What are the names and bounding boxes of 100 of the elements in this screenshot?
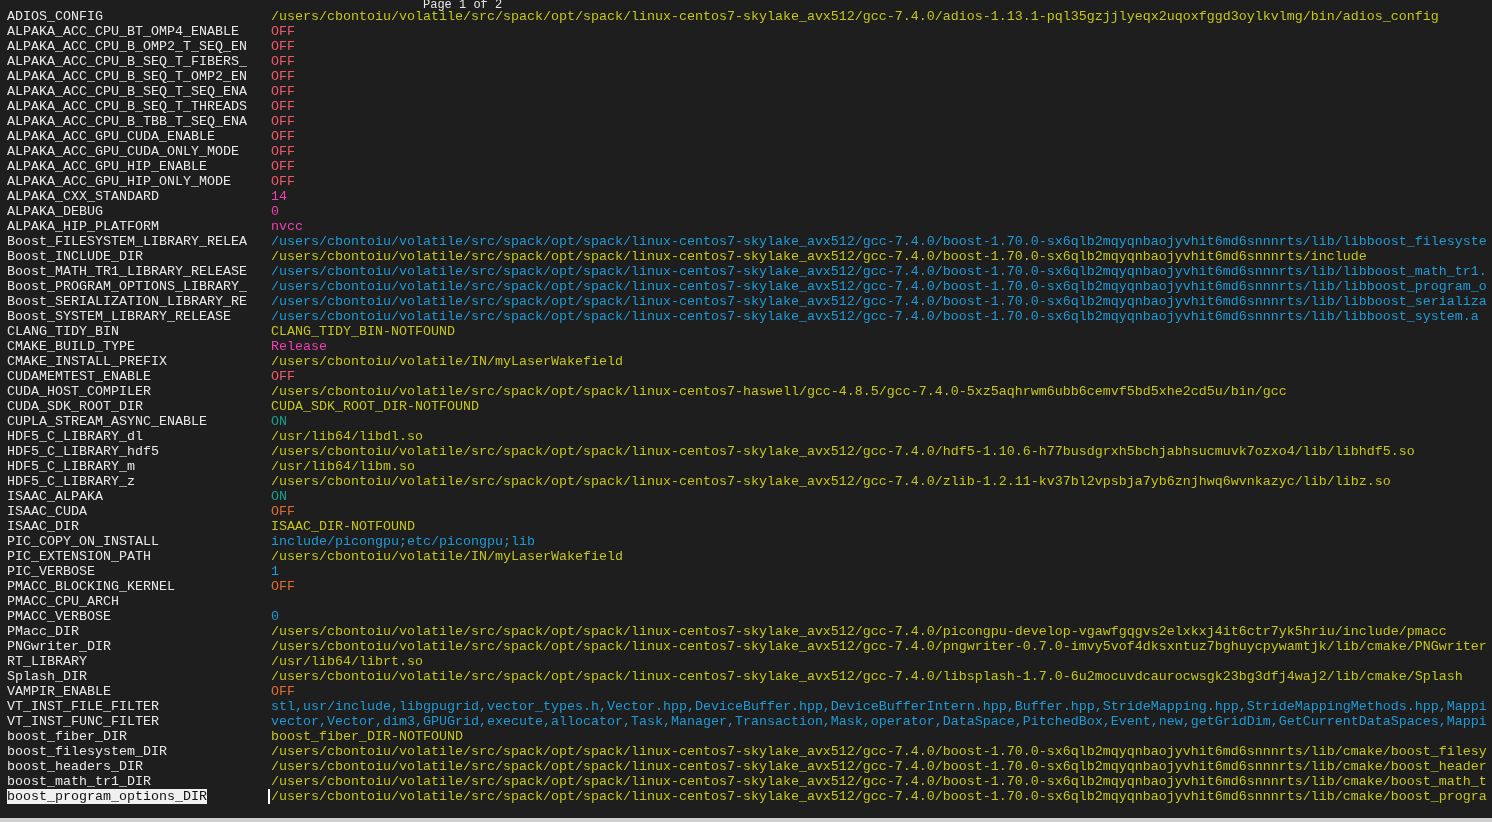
variable-name[interactable]: PMacc_DIR (7, 624, 79, 639)
variable-value: vector,Vector,dim3,GPUGrid,execute,allocator,Task,Manager,Transaction,Mask,operator,DataSpace,PitchedBox,Event,new,getGridDim,GetCurrentDataSpaces,Mappi (271, 714, 1487, 729)
variable-value: 0 (271, 204, 279, 219)
variable-value: OFF (271, 39, 295, 54)
variable-value: /users/cbontoiu/volatile/src/spack/opt/spack/linux-centos7-haswell/gcc-4.8.5/gcc-7.4.0-5xz5aqhrwm6ubb6cemvf5bd5xhe2cd5u/bin/gcc (271, 384, 1287, 399)
variable-value: include/picongpu;etc/picongpu;lib (271, 534, 535, 549)
variable-value: /users/cbontoiu/volatile/src/spack/opt/spack/linux-centos7-skylake_avx512/gcc-7.4.0/zlib-1.2.11-kv37bl2vpsbja7yb6znjhwq6wvnkazyc/lib/libz.so (271, 474, 1391, 489)
variable-name[interactable]: Boost_MATH_TR1_LIBRARY_RELEASE (7, 264, 247, 279)
variable-value: /usr/lib64/libm.so (271, 459, 415, 474)
variable-name[interactable]: ISAAC_DIR (7, 519, 79, 534)
variable-value: /users/cbontoiu/volatile/src/spack/opt/spack/linux-centos7-skylake_avx512/gcc-7.4.0/boost-1.70.0-sx6qlb2mqyqnbaojyvhit6md6snnnrts/lib/cmake/boost_progra (271, 789, 1487, 804)
variable-value: /usr/lib64/librt.so (271, 654, 423, 669)
variable-name[interactable]: ALPAKA_ACC_CPU_B_SEQ_T_OMP2_EN (7, 69, 247, 84)
variable-value: /users/cbontoiu/volatile/src/spack/opt/spack/linux-centos7-skylake_avx512/gcc-7.4.0/libsplash-1.7.0-6u2mocuvdcaurocwsgk23bg3dfj4waj2/lib/cmake/Splash (271, 669, 1463, 684)
variable-value: OFF (271, 84, 295, 99)
variable-name[interactable]: PIC_VERBOSE (7, 564, 95, 579)
variable-name[interactable]: PMACC_CPU_ARCH (7, 594, 119, 609)
variable-name[interactable]: CUDAMEMTEST_ENABLE (7, 369, 151, 384)
variable-name[interactable]: ADIOS_CONFIG (7, 9, 103, 24)
variable-value: /users/cbontoiu/volatile/src/spack/opt/spack/linux-centos7-skylake_avx512/gcc-7.4.0/boost-1.70.0-sx6qlb2mqyqnbaojyvhit6md6snnnrts/lib/cmake/boost_math_t (271, 774, 1487, 789)
variable-value: OFF (271, 684, 295, 699)
variable-name[interactable]: boost_fiber_DIR (7, 729, 127, 744)
variable-value: nvcc (271, 219, 303, 234)
variable-name[interactable]: HDF5_C_LIBRARY_z (7, 474, 135, 489)
variable-value: OFF (271, 114, 295, 129)
variable-name[interactable]: CUPLA_STREAM_ASYNC_ENABLE (7, 414, 207, 429)
variable-name[interactable]: ALPAKA_DEBUG (7, 204, 103, 219)
variable-name[interactable]: VT_INST_FUNC_FILTER (7, 714, 159, 729)
variable-name[interactable]: Boost_INCLUDE_DIR (7, 249, 143, 264)
variable-name[interactable]: boost_headers_DIR (7, 759, 143, 774)
variable-name[interactable]: ISAAC_CUDA (7, 504, 87, 519)
variable-name[interactable]: HDF5_C_LIBRARY_dl (7, 429, 143, 444)
variable-value: /users/cbontoiu/volatile/src/spack/opt/spack/linux-centos7-skylake_avx512/gcc-7.4.0/boost-1.70.0-sx6qlb2mqyqnbaojyvhit6md6snnnrts/lib/cmake/boost_filesy (271, 744, 1487, 759)
variable-name[interactable]: ALPAKA_ACC_CPU_B_TBB_T_SEQ_ENA (7, 114, 247, 129)
variable-value: OFF (271, 159, 295, 174)
variable-value: OFF (271, 54, 295, 69)
variable-name[interactable]: ALPAKA_ACC_CPU_B_SEQ_T_SEQ_ENA (7, 84, 247, 99)
variable-value: OFF (271, 579, 295, 594)
variable-name[interactable]: PIC_COPY_ON_INSTALL (7, 534, 159, 549)
variable-name[interactable]: ALPAKA_ACC_GPU_CUDA_ENABLE (7, 129, 215, 144)
variable-name[interactable]: boost_math_tr1_DIR (7, 774, 151, 789)
variable-name[interactable]: ALPAKA_ACC_GPU_HIP_ENABLE (7, 159, 207, 174)
variable-value: ON (271, 489, 287, 504)
variable-name[interactable]: HDF5_C_LIBRARY_m (7, 459, 135, 474)
variable-name[interactable]: ALPAKA_ACC_CPU_B_SEQ_T_FIBERS_ (7, 54, 247, 69)
variable-name[interactable]: VT_INST_FILE_FILTER (7, 699, 159, 714)
variable-value: /users/cbontoiu/volatile/src/spack/opt/spack/linux-centos7-skylake_avx512/gcc-7.4.0/boost-1.70.0-sx6qlb2mqyqnbaojyvhit6md6snnnrts/lib/libboost_serializa (271, 294, 1487, 309)
variable-name[interactable]: CLANG_TIDY_BIN (7, 324, 119, 339)
variable-value: Release (271, 339, 327, 354)
variable-value: /users/cbontoiu/volatile/src/spack/opt/spack/linux-centos7-skylake_avx512/gcc-7.4.0/pngwriter-0.7.0-imvy5vof4dksxntuz7bghuycpywamtjk/lib/cmake/PNGwriter (271, 639, 1487, 654)
variable-value: CLANG_TIDY_BIN-NOTFOUND (271, 324, 455, 339)
variable-value: OFF (271, 144, 295, 159)
variable-name[interactable]: PMACC_BLOCKING_KERNEL (7, 579, 175, 594)
variable-name[interactable]: PIC_EXTENSION_PATH (7, 549, 151, 564)
variable-name[interactable]: PNGwriter_DIR (7, 639, 111, 654)
variable-name[interactable]: Boost_PROGRAM_OPTIONS_LIBRARY_ (7, 279, 247, 294)
variable-name[interactable]: ALPAKA_CXX_STANDARD (7, 189, 159, 204)
variable-value: /usr/lib64/libdl.so (271, 429, 423, 444)
variable-name[interactable]: HDF5_C_LIBRARY_hdf5 (7, 444, 159, 459)
variable-name[interactable]: ALPAKA_ACC_CPU_B_OMP2_T_SEQ_EN (7, 39, 247, 54)
variable-value: OFF (271, 69, 295, 84)
variable-value: /users/cbontoiu/volatile/IN/myLaserWakefield (271, 354, 623, 369)
variable-value: /users/cbontoiu/volatile/src/spack/opt/spack/linux-centos7-skylake_avx512/gcc-7.4.0/boost-1.70.0-sx6qlb2mqyqnbaojyvhit6md6snnnrts/lib/libboost_filesyste (271, 234, 1487, 249)
variable-value: ISAAC_DIR-NOTFOUND (271, 519, 415, 534)
variable-value: /users/cbontoiu/volatile/src/spack/opt/spack/linux-centos7-skylake_avx512/gcc-7.4.0/hdf5-1.10.6-h77busdgrxh5bchjabhsucmuvk7ozxo4/lib/libhdf5.so (271, 444, 1415, 459)
variable-name[interactable]: Boost_SERIALIZATION_LIBRARY_RE (7, 294, 247, 309)
variable-name[interactable]: boost_filesystem_DIR (7, 744, 167, 759)
variable-value: OFF (271, 504, 295, 519)
variable-value: OFF (271, 129, 295, 144)
variable-value: /users/cbontoiu/volatile/src/spack/opt/spack/linux-centos7-skylake_avx512/gcc-7.4.0/picongpu-develop-vgawfgqgvs2elxkxj4it6ctr7yk5hriu/include/pmacc (271, 624, 1447, 639)
variable-name[interactable]: ALPAKA_ACC_CPU_B_SEQ_T_THREADS (7, 99, 247, 114)
variable-value: OFF (271, 174, 295, 189)
variable-value: 0 (271, 609, 279, 624)
variable-name[interactable]: ALPAKA_HIP_PLATFORM (7, 219, 159, 234)
variable-name[interactable]: CUDA_SDK_ROOT_DIR (7, 399, 143, 414)
variable-value: ON (271, 414, 287, 429)
variable-name[interactable]: PMACC_VERBOSE (7, 609, 111, 624)
variable-name[interactable]: ALPAKA_ACC_CPU_BT_OMP4_ENABLE (7, 24, 239, 39)
text-cursor (268, 789, 270, 804)
variable-name[interactable]: ALPAKA_ACC_GPU_CUDA_ONLY_MODE (7, 144, 239, 159)
variable-name[interactable]: VAMPIR_ENABLE (7, 684, 111, 699)
variable-name[interactable]: boost_program_options_DIR (7, 789, 207, 804)
variable-name[interactable]: Boost_SYSTEM_LIBRARY_RELEASE (7, 309, 231, 324)
variable-value: OFF (271, 99, 295, 114)
page-indicator: Page 1 of 2 (423, 0, 503, 12)
variable-value: OFF (271, 24, 295, 39)
variable-name[interactable]: CMAKE_BUILD_TYPE (7, 339, 135, 354)
variable-value: stl,usr/include,libgpugrid,vector_types.h,Vector.hpp,DeviceBuffer.hpp,DeviceBufferIntern.hpp,Buffer.hpp,StrideMapping.hpp,StrideMappingMethods.hpp,Mappi (271, 699, 1487, 714)
variable-value: /users/cbontoiu/volatile/src/spack/opt/spack/linux-centos7-skylake_avx512/gcc-7.4.0/boost-1.70.0-sx6qlb2mqyqnbaojyvhit6md6snnnrts/lib/libboost_program_o (271, 279, 1487, 294)
variable-name[interactable]: RT_LIBRARY (7, 654, 87, 669)
variable-value: boost_fiber_DIR-NOTFOUND (271, 729, 463, 744)
variable-value: /users/cbontoiu/volatile/IN/myLaserWakefield (271, 549, 623, 564)
variable-name[interactable]: Splash_DIR (7, 669, 87, 684)
variable-name[interactable]: ALPAKA_ACC_GPU_HIP_ONLY_MODE (7, 174, 231, 189)
variable-value: OFF (271, 369, 295, 384)
variable-name[interactable]: ISAAC_ALPAKA (7, 489, 103, 504)
variable-name[interactable]: CUDA_HOST_COMPILER (7, 384, 151, 399)
variable-name[interactable]: CMAKE_INSTALL_PREFIX (7, 354, 167, 369)
variable-name[interactable]: Boost_FILESYSTEM_LIBRARY_RELEA (7, 234, 247, 249)
variable-value: 1 (271, 564, 279, 579)
